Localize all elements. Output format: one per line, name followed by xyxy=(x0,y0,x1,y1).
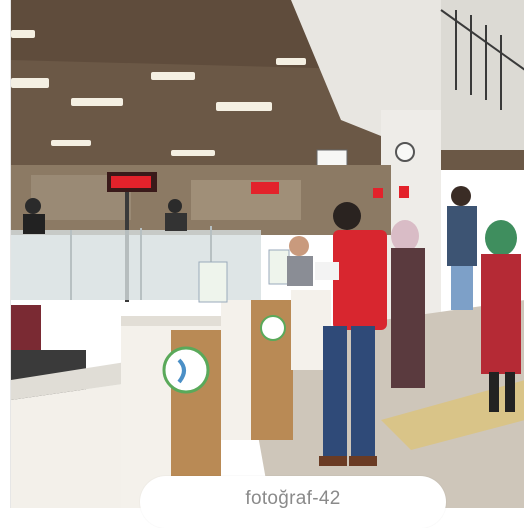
caption-label: fotoğraf-42 xyxy=(245,488,341,509)
image-card: fotoğraf-42 xyxy=(0,0,524,528)
caption-pill: fotoğraf-42 xyxy=(140,476,446,528)
office-photo xyxy=(10,0,524,508)
